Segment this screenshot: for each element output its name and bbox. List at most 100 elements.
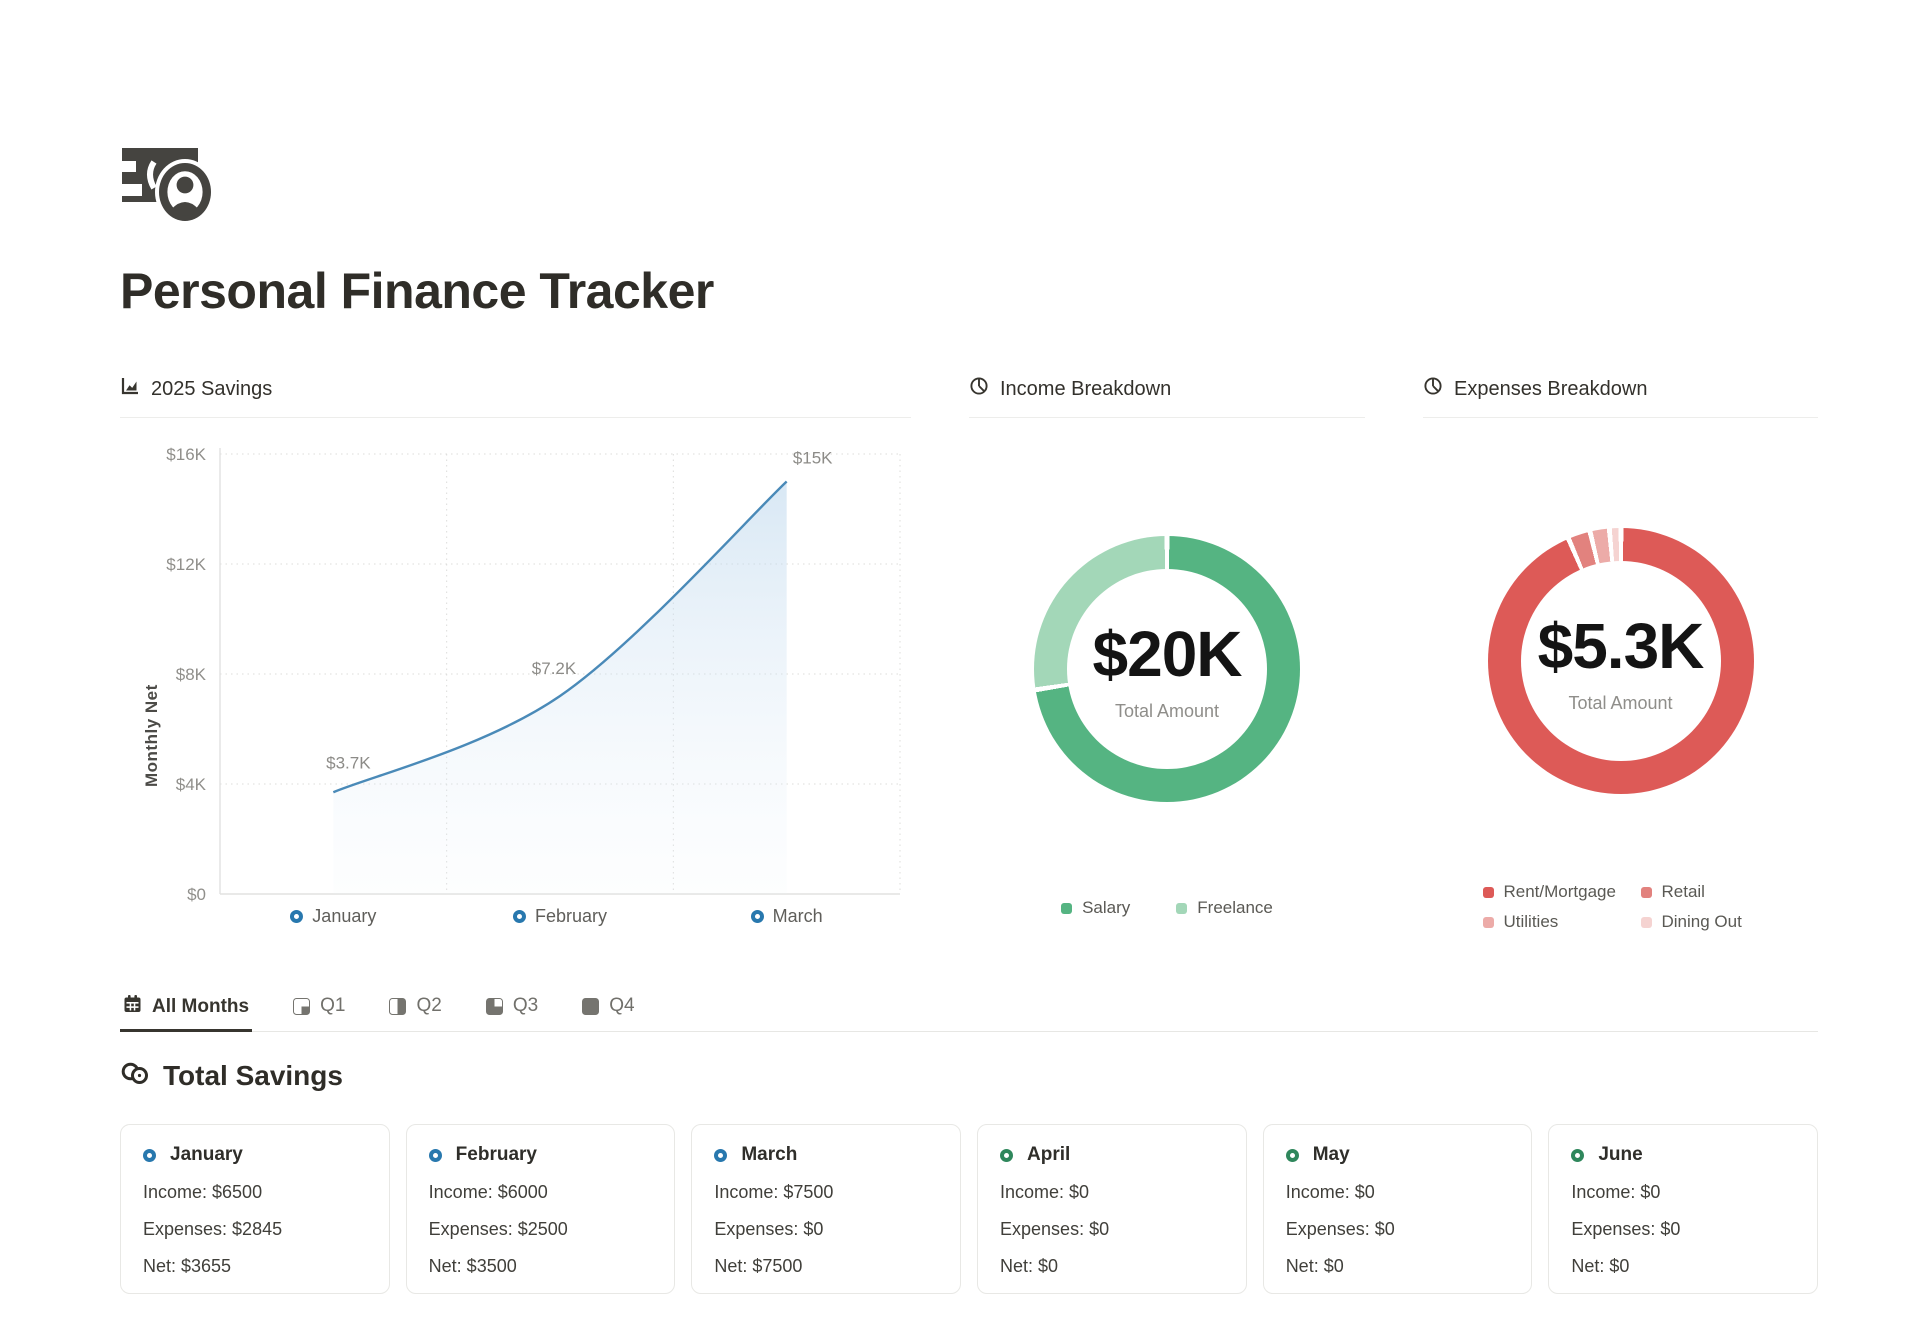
line-chart-plot: $0$4K$8K$12K$16K$3.7K$7.2K$15K: [120, 426, 910, 946]
income-total-label: Total Amount: [1115, 701, 1219, 722]
ring-dot-icon: [513, 910, 526, 923]
income-legend: Salary Freelance: [969, 898, 1365, 918]
tab-label: Q1: [320, 995, 345, 1017]
ring-dot-icon: [1000, 1149, 1013, 1162]
legend-item-rent-mortgage: Rent/Mortgage: [1483, 882, 1641, 902]
income-breakdown-header: Income Breakdown: [969, 376, 1365, 418]
tab-all-months[interactable]: All Months: [120, 992, 252, 1032]
month-card-may[interactable]: May Income: $0 Expenses: $0 Net: $0: [1263, 1124, 1533, 1294]
quarter-4-icon: [582, 998, 599, 1015]
legend-label: Freelance: [1197, 898, 1273, 918]
expenses-donut-chart: $5.3K Total Amount: [1488, 528, 1754, 794]
card-month: June: [1598, 1144, 1642, 1166]
legend-label: Dining Out: [1662, 912, 1742, 932]
expenses-donut-center: $5.3K Total Amount: [1521, 561, 1721, 761]
card-income: Income: $0: [1000, 1182, 1224, 1203]
x-axis-label-february: February: [513, 906, 607, 927]
pie-chart-icon: [1423, 376, 1443, 402]
income-breakdown-widget: Income Breakdown $20K Total Amount Salar…: [969, 376, 1365, 946]
total-savings-title: Total Savings: [163, 1060, 343, 1092]
month-card-june[interactable]: June Income: $0 Expenses: $0 Net: $0: [1548, 1124, 1818, 1294]
savings-chart-header: 2025 Savings: [120, 376, 911, 418]
expenses-breakdown-header: Expenses Breakdown: [1423, 376, 1818, 418]
card-expenses: Expenses: $0: [1000, 1219, 1224, 1240]
card-month: January: [170, 1144, 243, 1166]
quarter-1-icon: [293, 998, 310, 1015]
legend-label: Utilities: [1504, 912, 1559, 932]
svg-text:$7.2K: $7.2K: [532, 659, 577, 678]
card-expenses: Expenses: $2500: [429, 1219, 653, 1240]
tab-label: All Months: [152, 996, 249, 1018]
x-axis-labels: January February March: [120, 906, 910, 936]
card-net: Net: $0: [1571, 1256, 1795, 1277]
tab-label: Q3: [513, 995, 538, 1017]
card-month: March: [741, 1144, 797, 1166]
tab-q1[interactable]: Q1: [290, 992, 348, 1031]
legend-item-retail: Retail: [1641, 882, 1759, 902]
card-income: Income: $6000: [429, 1182, 653, 1203]
tab-label: Q4: [609, 995, 634, 1017]
tab-q4[interactable]: Q4: [579, 992, 637, 1031]
card-net: Net: $0: [1286, 1256, 1510, 1277]
month-card-march[interactable]: March Income: $7500 Expenses: $0 Net: $7…: [691, 1124, 961, 1294]
ring-dot-icon: [290, 910, 303, 923]
month-card-april[interactable]: April Income: $0 Expenses: $0 Net: $0: [977, 1124, 1247, 1294]
legend-label: Rent/Mortgage: [1504, 882, 1616, 902]
legend-swatch: [1641, 917, 1652, 928]
income-total-value: $20K: [1093, 617, 1242, 691]
charts-row: 2025 Savings Monthly Net $0$4K$8K$12K$16…: [120, 376, 1818, 946]
ring-dot-icon: [1286, 1149, 1299, 1162]
legend-swatch: [1641, 887, 1652, 898]
card-net: Net: $7500: [714, 1256, 938, 1277]
card-month: April: [1027, 1144, 1070, 1166]
card-income: Income: $0: [1286, 1182, 1510, 1203]
ring-dot-icon: [429, 1149, 442, 1162]
income-breakdown-title: Income Breakdown: [1000, 378, 1171, 401]
month-card-january[interactable]: January Income: $6500 Expenses: $2845 Ne…: [120, 1124, 390, 1294]
income-donut-center: $20K Total Amount: [1067, 569, 1267, 769]
expenses-total-label: Total Amount: [1568, 693, 1672, 714]
card-net: Net: $3500: [429, 1256, 653, 1277]
total-savings-heading: Total Savings: [120, 1060, 1818, 1092]
month-card-february[interactable]: February Income: $6000 Expenses: $2500 N…: [406, 1124, 676, 1294]
card-net: Net: $3655: [143, 1256, 367, 1277]
expenses-breakdown-widget: Expenses Breakdown $5.3K Total Amount Re…: [1423, 376, 1818, 946]
card-income: Income: $0: [1571, 1182, 1795, 1203]
legend-swatch: [1176, 903, 1187, 914]
pie-chart-icon: [969, 376, 989, 402]
svg-text:$4K: $4K: [176, 775, 207, 794]
legend-item-salary: Salary: [1061, 898, 1130, 918]
svg-text:$0: $0: [187, 885, 206, 904]
legend-item-dining-out: Dining Out: [1641, 912, 1759, 932]
svg-text:$3.7K: $3.7K: [326, 753, 371, 772]
tab-q3[interactable]: Q3: [483, 992, 541, 1031]
x-axis-label-january: January: [290, 906, 376, 927]
savings-chart-widget: 2025 Savings Monthly Net $0$4K$8K$12K$16…: [120, 376, 911, 946]
svg-text:$8K: $8K: [176, 665, 207, 684]
card-expenses: Expenses: $0: [1571, 1219, 1795, 1240]
expenses-breakdown-title: Expenses Breakdown: [1454, 378, 1647, 401]
svg-text:$15K: $15K: [793, 449, 833, 468]
card-month: February: [456, 1144, 537, 1166]
month-filter-tabs: All Months Q1 Q2 Q3 Q4: [120, 992, 1818, 1032]
ring-dot-icon: [751, 910, 764, 923]
monthly-cards-row: January Income: $6500 Expenses: $2845 Ne…: [120, 1124, 1818, 1294]
card-expenses: Expenses: $0: [1286, 1219, 1510, 1240]
tab-q2[interactable]: Q2: [386, 992, 444, 1031]
card-income: Income: $7500: [714, 1182, 938, 1203]
quarter-2-icon: [389, 998, 406, 1015]
savings-line-chart: Monthly Net $0$4K$8K$12K$16K$3.7K$7.2K$1…: [120, 426, 911, 946]
svg-text:$12K: $12K: [166, 555, 206, 574]
savings-chart-title: 2025 Savings: [151, 378, 272, 401]
expenses-legend: Rent/Mortgage Retail Utilities Dining Out: [1423, 882, 1818, 932]
tab-label: Q2: [416, 995, 441, 1017]
card-month: May: [1313, 1144, 1350, 1166]
card-income: Income: $6500: [143, 1182, 367, 1203]
x-axis-label-march: March: [751, 906, 823, 927]
ring-dot-icon: [1571, 1149, 1584, 1162]
card-expenses: Expenses: $0: [714, 1219, 938, 1240]
ring-dot-icon: [143, 1149, 156, 1162]
legend-item-freelance: Freelance: [1176, 898, 1273, 918]
area-chart-icon: [120, 376, 140, 402]
quarter-3-icon: [486, 998, 503, 1015]
